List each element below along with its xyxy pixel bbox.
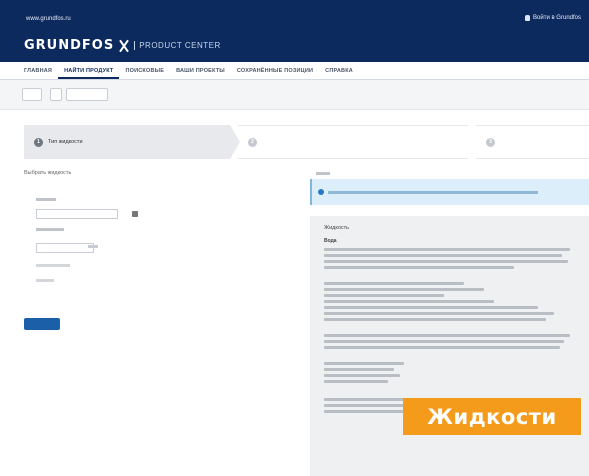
step-2[interactable]: 2 (238, 125, 468, 159)
nav-item-help[interactable]: СПРАВКА (319, 68, 359, 79)
main-nav: ГЛАВНАЯ НАЙТИ ПРОДУКТ ПОИСКОВЫЕ ВАШИ ПРО… (0, 62, 589, 80)
next-button[interactable] (24, 318, 60, 330)
additional-field-label (36, 264, 70, 267)
temperature-input[interactable] (36, 243, 94, 253)
toolbar-back-button[interactable] (22, 88, 42, 101)
nav-item-search[interactable]: ПОИСКОВЫЕ (119, 68, 170, 79)
text-line (324, 294, 444, 297)
step-1[interactable]: 1 Тип жидкости (24, 125, 240, 159)
toolbar-home-button[interactable] (50, 88, 62, 101)
text-line (324, 306, 538, 309)
liquid-info-panel: Жидкость Вода (310, 216, 589, 476)
text-line (324, 288, 484, 291)
step-1-number: 1 (34, 137, 43, 147)
text-line (324, 340, 564, 343)
nav-item-find-product[interactable]: НАЙТИ ПРОДУКТ (58, 68, 120, 79)
nav-item-home[interactable]: ГЛАВНАЯ (18, 68, 58, 79)
info-message (310, 179, 589, 205)
info-panel-title: Жидкость (324, 225, 350, 231)
liquid-select[interactable] (36, 209, 118, 219)
temperature-field-label (36, 228, 64, 231)
logo-product-center: PRODUCT CENTER (134, 41, 221, 50)
info-message-text (328, 190, 538, 194)
text-line (324, 362, 404, 365)
text-line (324, 334, 570, 337)
logo-mark-icon (117, 39, 131, 53)
step-progress: 1 Тип жидкости 2 3 (24, 125, 589, 159)
text-line (324, 368, 394, 371)
text-line (324, 312, 554, 315)
text-line (324, 254, 562, 257)
step-3-number: 3 (486, 137, 495, 147)
text-line (324, 266, 514, 269)
nav-item-saved[interactable]: СОХРАНЁННЫЕ ПОЗИЦИИ (231, 68, 319, 79)
liquids-banner: Жидкости (403, 398, 581, 435)
section-title: Выбрать жидкость (24, 170, 72, 176)
info-panel-subheading: Вода (324, 238, 337, 244)
nav-item-projects[interactable]: ВАШИ ПРОЕКТЫ (170, 68, 231, 79)
text-line (324, 346, 560, 349)
additional-field-value (36, 279, 54, 282)
liquid-field-label (36, 198, 56, 201)
site-link[interactable]: www.grundfos.ru (26, 16, 71, 22)
text-line (324, 260, 568, 263)
results-title (316, 172, 330, 175)
grundfos-logo[interactable]: GRUNDFOS PRODUCT CENTER (24, 38, 221, 53)
text-line (324, 374, 400, 377)
text-line (324, 380, 388, 383)
top-header: www.grundfos.ru Войти в Grundfos GRUNDFO… (0, 0, 589, 62)
user-icon (525, 15, 530, 21)
text-line (324, 282, 464, 285)
login-label: Войти в Grundfos (533, 15, 581, 21)
toolbar-breadcrumb[interactable] (66, 88, 108, 101)
text-line (324, 248, 570, 251)
step-2-number: 2 (248, 137, 257, 147)
temperature-unit (88, 245, 98, 248)
login-link[interactable]: Войти в Grundfos (525, 15, 581, 21)
text-line (324, 318, 546, 321)
toolbar (0, 80, 589, 110)
logo-brand: GRUNDFOS (24, 38, 115, 53)
text-line (324, 300, 494, 303)
dropdown-icon[interactable] (132, 211, 138, 217)
step-3[interactable]: 3 (476, 125, 589, 159)
step-1-label: Тип жидкости (48, 139, 83, 145)
info-icon (318, 189, 324, 195)
